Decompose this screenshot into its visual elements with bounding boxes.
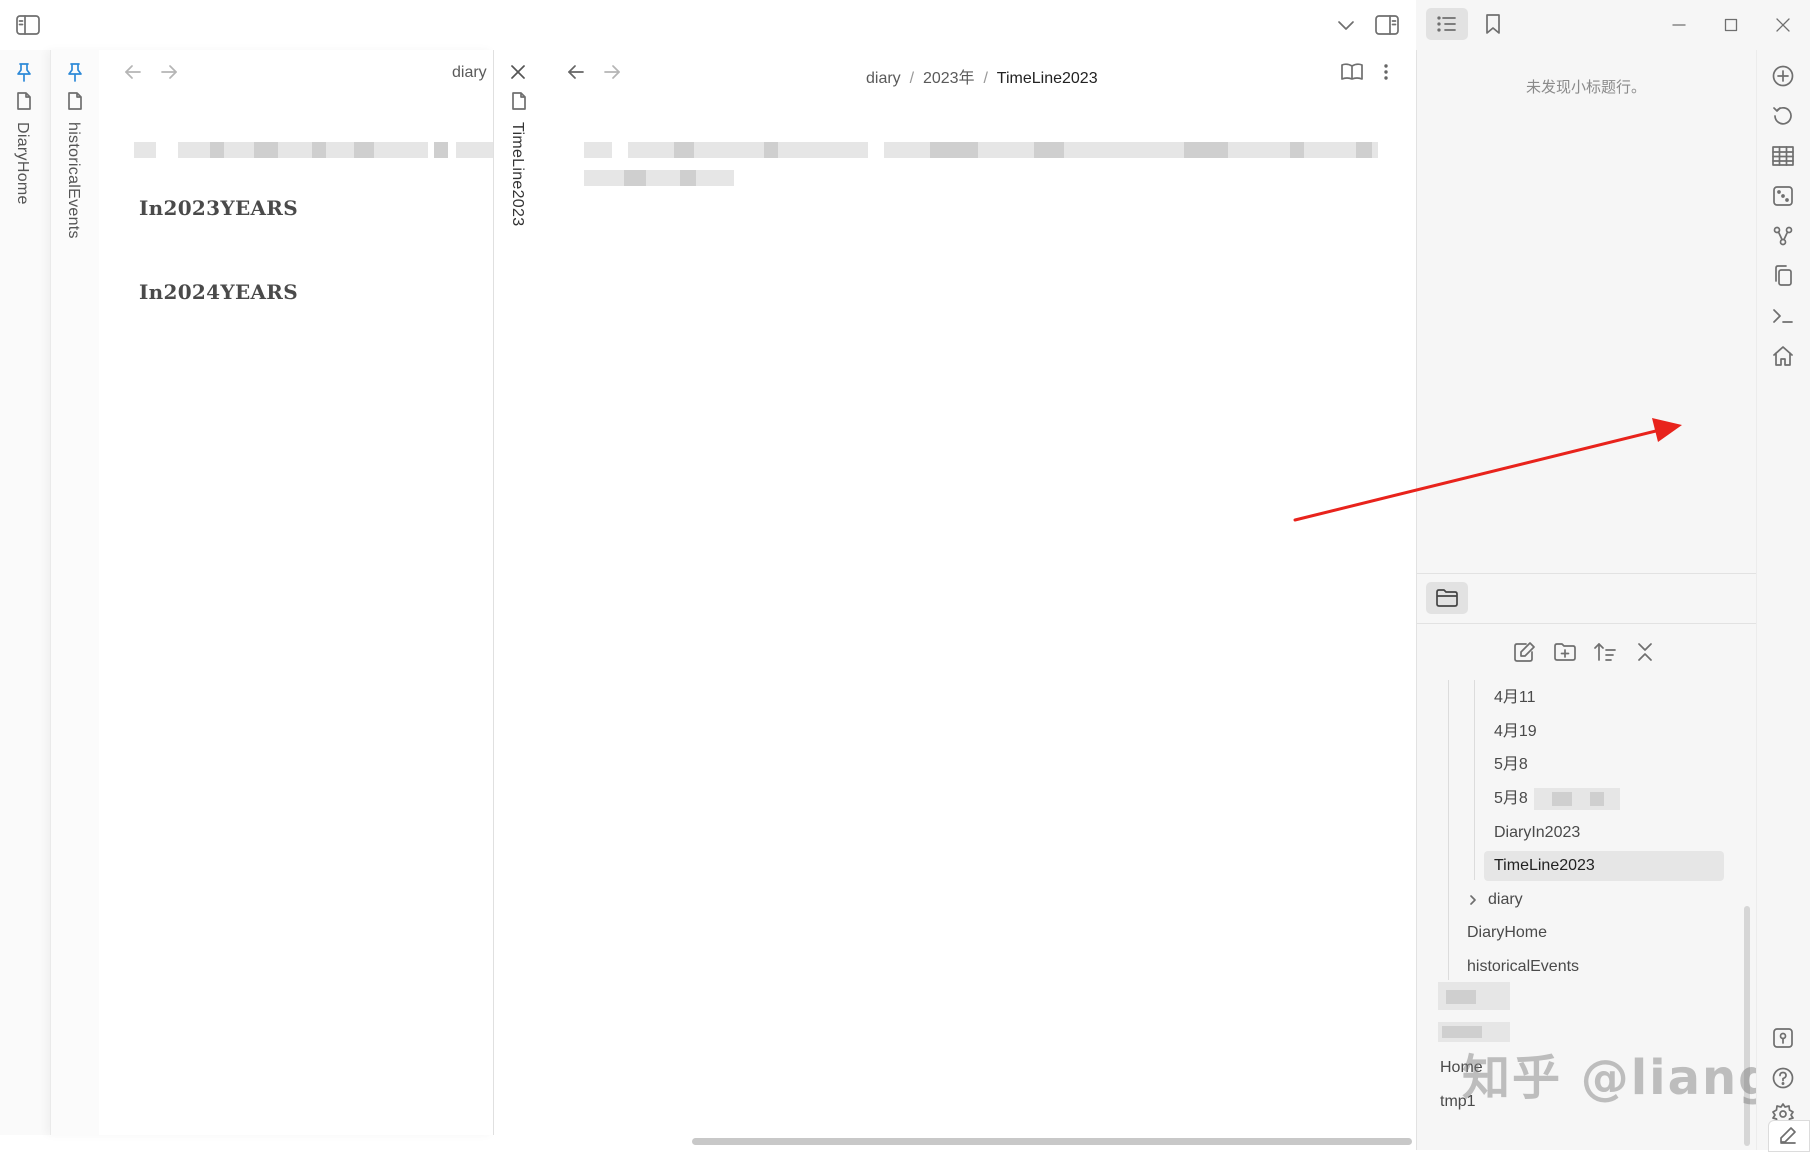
pane-header-title[interactable]: diary	[452, 64, 487, 82]
chevron-right-icon[interactable]	[1466, 890, 1480, 910]
more-options-icon[interactable]	[1374, 60, 1398, 84]
breadcrumb-separator: /	[979, 70, 993, 87]
divider	[1416, 623, 1756, 624]
new-note-icon[interactable]	[1510, 638, 1540, 666]
tree-item-file[interactable]: DiaryHome	[1467, 918, 1547, 948]
collapse-all-icon[interactable]	[1630, 638, 1660, 666]
forward-arrow-icon[interactable]	[156, 60, 182, 84]
close-tab-icon[interactable]	[506, 60, 530, 84]
new-folder-icon[interactable]	[1550, 638, 1580, 666]
file-icon	[14, 90, 34, 112]
table-icon[interactable]	[1770, 143, 1796, 169]
help-icon[interactable]	[1770, 1065, 1796, 1091]
pin-icon[interactable]	[63, 60, 87, 84]
tree-item-folder[interactable]: diary	[1488, 885, 1523, 915]
file-icon	[65, 90, 85, 112]
pane-timeline2023	[493, 50, 1417, 1135]
tab-label-diaryhome[interactable]: DiaryHome	[13, 122, 31, 205]
copy-icon[interactable]	[1770, 263, 1796, 289]
back-arrow-icon[interactable]	[563, 60, 589, 84]
plus-circle-icon[interactable]	[1770, 63, 1796, 89]
sidebar-right-toggle-icon[interactable]	[1372, 12, 1402, 38]
dice-icon[interactable]	[1770, 183, 1796, 209]
horizontal-scrollbar[interactable]	[692, 1138, 1412, 1145]
redacted-text	[1534, 788, 1620, 810]
tree-item-file[interactable]: 4月19	[1484, 717, 1724, 747]
watermark: 知乎 @liang	[1462, 1050, 1775, 1106]
tree-guide	[1448, 680, 1449, 980]
minimize-icon[interactable]	[1666, 12, 1692, 38]
pencil-icon[interactable]	[1774, 1124, 1802, 1146]
redacted-text	[584, 142, 1378, 190]
tab-label-timeline2023[interactable]: TimeLine2023	[508, 122, 526, 226]
back-arrow-icon[interactable]	[120, 60, 146, 84]
forward-arrow-icon[interactable]	[599, 60, 625, 84]
tree-item-file[interactable]: 5月8	[1484, 750, 1724, 780]
vertical-scrollbar[interactable]	[1744, 906, 1750, 1146]
pin-icon[interactable]	[12, 60, 36, 84]
sort-icon[interactable]	[1590, 638, 1620, 666]
breadcrumb-item[interactable]: diary	[866, 70, 901, 87]
title-bar-right	[1416, 0, 1810, 50]
redacted-text	[134, 142, 493, 160]
redacted-text	[1438, 982, 1510, 1046]
tree-item-file[interactable]: DiaryIn2023	[1484, 818, 1724, 848]
breadcrumb: diary / 2023年 / TimeLine2023	[866, 64, 1098, 88]
home-icon[interactable]	[1770, 343, 1796, 369]
file-icon	[509, 90, 529, 112]
tree-guide	[1474, 680, 1475, 880]
close-window-icon[interactable]	[1770, 12, 1796, 38]
heading-2023: In2023YEARS	[139, 196, 298, 220]
list-icon[interactable]	[1426, 8, 1468, 40]
sidebar-left-toggle-icon[interactable]	[14, 12, 42, 38]
bookmark-icon[interactable]	[1480, 10, 1506, 38]
maximize-icon[interactable]	[1718, 12, 1744, 38]
right-ribbon	[1756, 50, 1810, 1150]
history-icon[interactable]	[1770, 103, 1796, 129]
tab-label-historicalevents[interactable]: historicalEvents	[64, 122, 82, 239]
tree-item-file-active[interactable]: TimeLine2023	[1484, 851, 1724, 881]
chevron-down-icon[interactable]	[1334, 14, 1358, 38]
outline-empty-message: 未发现小标题行。	[1525, 79, 1646, 96]
tree-item-file[interactable]: 4月11	[1484, 683, 1724, 713]
breadcrumb-separator: /	[905, 70, 919, 87]
vault-icon[interactable]	[1770, 1025, 1796, 1051]
breadcrumb-item[interactable]: 2023年	[923, 70, 975, 87]
breadcrumb-current[interactable]: TimeLine2023	[997, 70, 1098, 87]
tab-spine-diaryhome[interactable]	[0, 50, 50, 1135]
graph-icon[interactable]	[1770, 223, 1796, 249]
folder-icon[interactable]	[1426, 582, 1468, 614]
book-open-icon[interactable]	[1338, 60, 1366, 84]
tree-item-file[interactable]: historicalEvents	[1467, 952, 1579, 982]
divider	[1416, 573, 1756, 574]
terminal-icon[interactable]	[1770, 303, 1796, 329]
heading-2024: In2024YEARS	[139, 280, 298, 304]
